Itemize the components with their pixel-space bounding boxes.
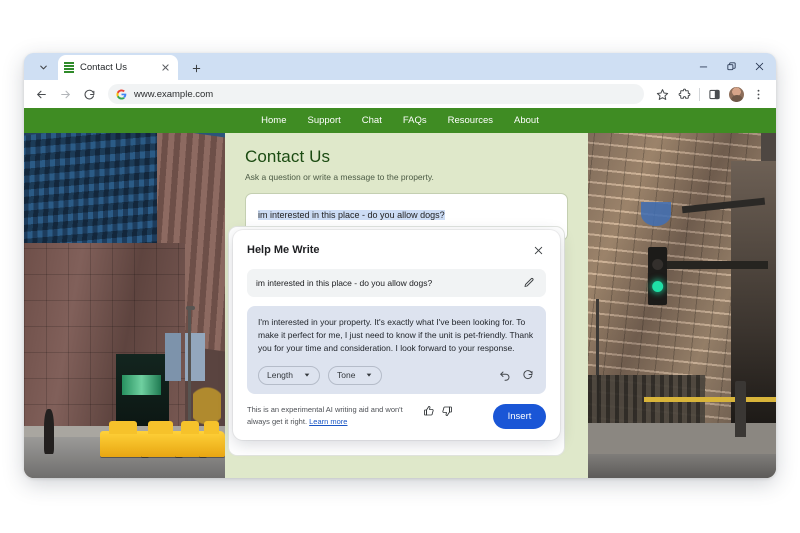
disclaimer-line-1: This is an experimental AI writing aid a…	[247, 405, 384, 415]
dialog-title: Help Me Write	[247, 244, 320, 256]
prompt-field[interactable]: im interested in this place - do you all…	[247, 269, 546, 297]
page-title: Contact Us	[245, 147, 331, 166]
window-controls	[690, 53, 772, 79]
message-input-text: im interested in this place - do you all…	[258, 210, 445, 220]
minimize-button[interactable]	[690, 55, 716, 77]
undo-icon	[499, 371, 509, 381]
result-controls: Length Tone	[258, 365, 535, 385]
forward-button[interactable]	[55, 84, 76, 105]
green-lines-favicon	[64, 62, 74, 73]
toolbar-divider	[699, 87, 700, 101]
right-photo	[588, 133, 776, 478]
reload-icon	[84, 89, 95, 99]
dialog-footer: This is an experimental AI writing aid a…	[247, 403, 546, 429]
close-icon	[755, 62, 763, 70]
chevron-down-icon	[39, 65, 47, 69]
profile-button[interactable]	[726, 84, 747, 105]
disclaimer-text: This is an experimental AI writing aid a…	[247, 404, 415, 427]
length-dropdown[interactable]: Length	[258, 365, 320, 385]
tone-dropdown[interactable]: Tone	[328, 365, 383, 385]
site-navigation: Home Support Chat FAQs Resources About	[24, 108, 776, 133]
tab-search-button[interactable]	[30, 56, 56, 78]
length-dropdown-label: Length	[267, 370, 293, 381]
refresh-icon	[522, 370, 532, 380]
dialog-close-button[interactable]	[530, 242, 546, 258]
extensions-button[interactable]	[674, 84, 695, 105]
nav-item-home[interactable]: Home	[261, 115, 286, 126]
browser-window: Contact Us www.example.com Home Support …	[24, 53, 776, 478]
page-content: Contact Us Ask a question or write a mes…	[225, 133, 588, 478]
bookmark-button[interactable]	[652, 84, 673, 105]
nav-item-chat[interactable]: Chat	[362, 115, 382, 126]
prompt-text: im interested in this place - do you all…	[256, 278, 433, 288]
tab-strip: Contact Us	[24, 53, 776, 80]
generated-result-panel: I'm interested in your property. It's ex…	[247, 306, 546, 394]
web-page: Home Support Chat FAQs Resources About C…	[24, 108, 776, 478]
puzzle-icon	[678, 88, 691, 99]
address-bar-text: www.example.com	[134, 88, 214, 100]
thumbs-down-button[interactable]	[441, 404, 454, 417]
chevron-down-icon	[304, 373, 310, 377]
close-icon	[534, 246, 542, 254]
minimize-icon	[699, 66, 707, 67]
tab-title: Contact Us	[80, 62, 127, 73]
browser-tab[interactable]: Contact Us	[58, 55, 178, 80]
thumbs-down-icon	[442, 406, 452, 416]
chevron-down-icon	[367, 373, 372, 377]
thumbs-up-icon	[424, 405, 434, 415]
nav-item-support[interactable]: Support	[307, 115, 340, 126]
tab-close-button[interactable]	[158, 61, 172, 75]
pencil-icon[interactable]	[523, 276, 537, 290]
three-dot-menu-icon	[757, 89, 760, 99]
undo-button[interactable]	[497, 368, 512, 383]
page-subtitle: Ask a question or write a message to the…	[245, 172, 434, 182]
tone-dropdown-label: Tone	[337, 370, 356, 381]
close-icon	[161, 64, 169, 71]
browser-toolbar: www.example.com	[24, 80, 776, 108]
nav-item-faqs[interactable]: FAQs	[403, 115, 427, 126]
nav-item-about[interactable]: About	[514, 115, 539, 126]
new-tab-button[interactable]	[184, 57, 208, 79]
arrow-left-icon	[37, 90, 46, 98]
learn-more-link[interactable]: Learn more	[309, 417, 347, 426]
nav-item-resources[interactable]: Resources	[448, 115, 493, 126]
left-photo	[24, 133, 225, 478]
reload-button[interactable]	[79, 84, 100, 105]
generated-result-text: I'm interested in your property. It's ex…	[258, 317, 534, 354]
side-panel-button[interactable]	[704, 84, 725, 105]
side-panel-icon	[709, 89, 720, 99]
feedback-icons	[423, 404, 454, 417]
star-icon	[656, 88, 669, 100]
google-g-icon	[116, 88, 127, 100]
avatar-icon	[729, 86, 744, 102]
restore-icon	[726, 61, 736, 70]
toolbar-right-actions	[652, 84, 769, 105]
browser-menu-button[interactable]	[748, 84, 769, 105]
restore-button[interactable]	[718, 55, 744, 77]
back-button[interactable]	[31, 84, 52, 105]
help-me-write-dialog: Help Me Write im interested in this plac…	[233, 230, 560, 440]
regenerate-button[interactable]	[520, 368, 535, 383]
dialog-header: Help Me Write	[247, 242, 546, 258]
insert-button[interactable]: Insert	[493, 403, 546, 429]
plus-icon	[192, 64, 200, 72]
thumbs-up-button[interactable]	[423, 404, 436, 417]
window-close-button[interactable]	[746, 55, 772, 77]
arrow-right-icon	[61, 90, 70, 98]
address-bar[interactable]: www.example.com	[108, 84, 644, 104]
